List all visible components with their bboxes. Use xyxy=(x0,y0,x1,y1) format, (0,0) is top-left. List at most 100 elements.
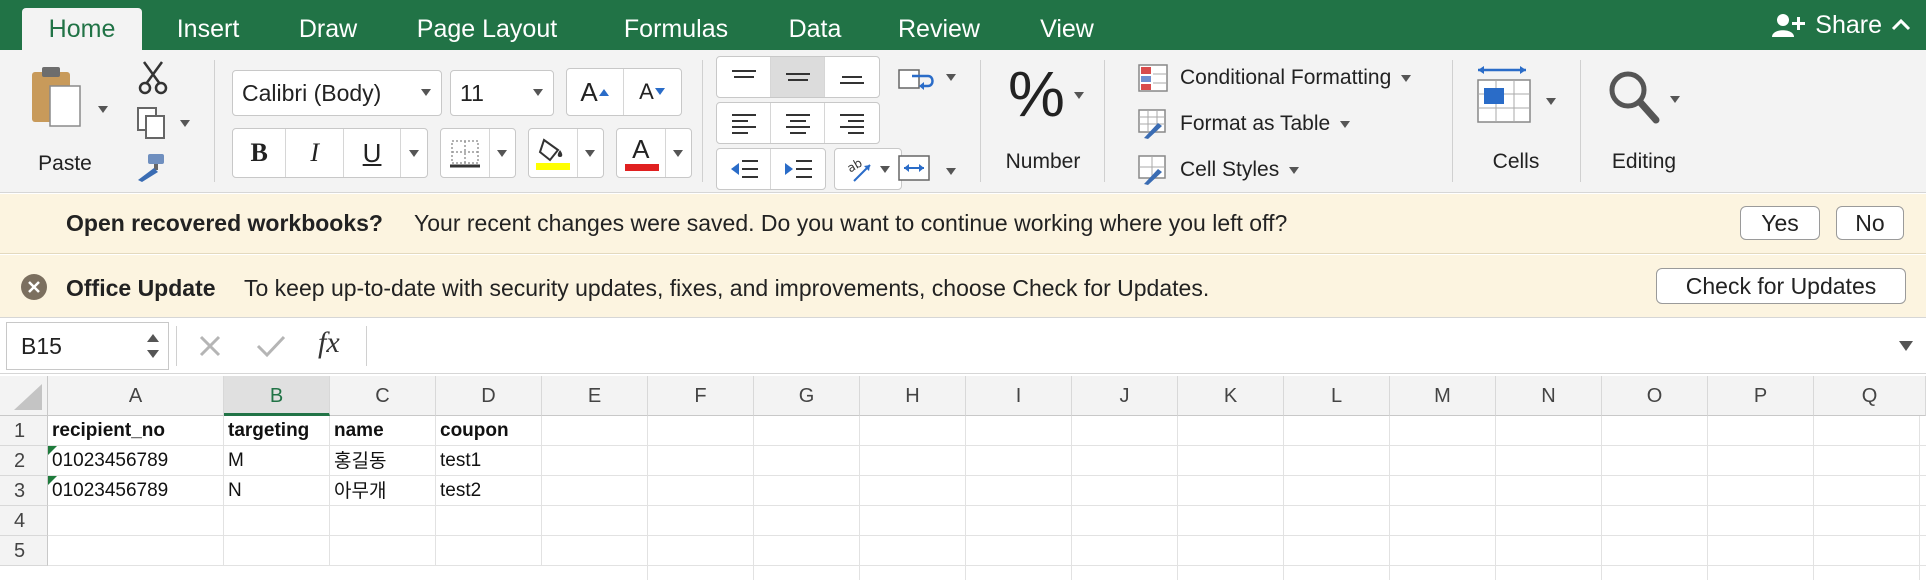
column-header-q[interactable]: Q xyxy=(1814,376,1926,416)
fill-color-dropdown[interactable] xyxy=(578,129,603,177)
recovery-yes-button[interactable]: Yes xyxy=(1740,206,1820,240)
tab-home[interactable]: Home xyxy=(22,8,142,50)
tab-view[interactable]: View xyxy=(1026,8,1108,50)
column-header-c[interactable]: C xyxy=(330,376,436,416)
cut-icon[interactable] xyxy=(136,60,170,96)
cell-b3[interactable]: N xyxy=(224,476,330,506)
name-box-stepper-icon[interactable] xyxy=(146,329,160,363)
cell-b4[interactable] xyxy=(224,506,330,536)
shrink-font-button[interactable]: A xyxy=(624,69,681,115)
merge-center-icon[interactable] xyxy=(898,154,930,182)
column-header-k[interactable]: K xyxy=(1178,376,1284,416)
editing-button[interactable]: Editing xyxy=(1598,60,1690,180)
format-as-table-button[interactable]: Format as Table xyxy=(1138,106,1351,142)
column-header-p[interactable]: P xyxy=(1708,376,1814,416)
grow-font-button[interactable]: A xyxy=(567,69,625,115)
cell-c5[interactable] xyxy=(330,536,436,566)
cell-a5[interactable] xyxy=(48,536,224,566)
row-header-4[interactable]: 4 xyxy=(0,506,48,536)
cell-b2[interactable]: M xyxy=(224,446,330,476)
row-header-1[interactable]: 1 xyxy=(0,416,48,446)
cell-d3[interactable]: test2 xyxy=(436,476,542,506)
borders-button[interactable] xyxy=(441,129,490,177)
column-header-h[interactable]: H xyxy=(860,376,966,416)
share-button[interactable]: Share xyxy=(1771,8,1882,42)
format-painter-icon[interactable] xyxy=(134,152,168,184)
column-header-o[interactable]: O xyxy=(1602,376,1708,416)
align-right-button[interactable] xyxy=(825,103,879,143)
merge-center-dropdown-icon[interactable] xyxy=(946,168,956,175)
font-name-dropdown-icon[interactable] xyxy=(421,89,431,96)
tab-insert[interactable]: Insert xyxy=(160,8,256,50)
number-format-button[interactable]: % Number xyxy=(992,60,1094,180)
underline-button[interactable]: U xyxy=(344,129,402,177)
paste-button[interactable]: Paste xyxy=(18,64,112,176)
column-header-a[interactable]: A xyxy=(48,376,224,416)
orientation-button[interactable]: ab xyxy=(834,148,902,190)
wrap-text-icon[interactable] xyxy=(898,66,938,94)
wrap-text-dropdown-icon[interactable] xyxy=(946,74,956,81)
empty-cells-area[interactable] xyxy=(542,416,1926,580)
conditional-formatting-button[interactable]: Conditional Formatting xyxy=(1138,60,1412,96)
font-color-dropdown[interactable] xyxy=(666,129,691,177)
dismiss-update-icon[interactable] xyxy=(20,273,48,301)
expand-formula-bar-icon[interactable] xyxy=(1898,340,1914,352)
cell-d1[interactable]: coupon xyxy=(436,416,542,446)
decrease-indent-button[interactable] xyxy=(717,149,772,189)
align-middle-button[interactable] xyxy=(771,57,825,97)
cell-a4[interactable] xyxy=(48,506,224,536)
cell-b5[interactable] xyxy=(224,536,330,566)
cell-a3[interactable]: 01023456789 xyxy=(48,476,224,506)
italic-button[interactable]: I xyxy=(286,129,344,177)
column-header-f[interactable]: F xyxy=(648,376,754,416)
column-header-e[interactable]: E xyxy=(542,376,648,416)
cell-a2[interactable]: 01023456789 xyxy=(48,446,224,476)
increase-indent-button[interactable] xyxy=(771,149,825,189)
row-header-2[interactable]: 2 xyxy=(0,446,48,476)
cell-styles-button[interactable]: Cell Styles xyxy=(1138,152,1300,188)
confirm-entry-icon[interactable] xyxy=(256,334,286,358)
font-size-dropdown-icon[interactable] xyxy=(533,89,543,96)
cells-button[interactable]: Cells xyxy=(1466,60,1566,180)
column-header-b[interactable]: B xyxy=(224,376,330,416)
cell-d2[interactable]: test1 xyxy=(436,446,542,476)
collapse-ribbon-icon[interactable] xyxy=(1890,14,1912,36)
column-header-d[interactable]: D xyxy=(436,376,542,416)
tab-draw[interactable]: Draw xyxy=(282,8,374,50)
cancel-entry-icon[interactable] xyxy=(198,334,222,358)
column-header-i[interactable]: I xyxy=(966,376,1072,416)
cell-c3[interactable]: 아무개 xyxy=(330,476,436,506)
bold-button[interactable]: B xyxy=(233,129,287,177)
align-bottom-button[interactable] xyxy=(825,57,879,97)
row-header-5[interactable]: 5 xyxy=(0,536,48,566)
insert-function-button[interactable]: fx xyxy=(318,326,340,360)
formula-input[interactable] xyxy=(376,324,1876,368)
cell-c2[interactable]: 홍길동 xyxy=(330,446,436,476)
align-center-button[interactable] xyxy=(771,103,825,143)
tab-page-layout[interactable]: Page Layout xyxy=(402,8,572,50)
cell-a1[interactable]: recipient_no xyxy=(48,416,224,446)
tab-formulas[interactable]: Formulas xyxy=(608,8,744,50)
recovery-no-button[interactable]: No xyxy=(1836,206,1904,240)
column-header-l[interactable]: L xyxy=(1284,376,1390,416)
cell-d5[interactable] xyxy=(436,536,542,566)
underline-dropdown[interactable] xyxy=(401,129,427,177)
select-all-button[interactable] xyxy=(0,376,48,416)
cell-c1[interactable]: name xyxy=(330,416,436,446)
cell-d4[interactable] xyxy=(436,506,542,536)
font-size-combo[interactable]: 11 xyxy=(450,70,554,116)
align-left-button[interactable] xyxy=(717,103,771,143)
cell-b1[interactable]: targeting xyxy=(224,416,330,446)
tab-data[interactable]: Data xyxy=(776,8,854,50)
check-for-updates-button[interactable]: Check for Updates xyxy=(1656,268,1906,304)
fill-color-button[interactable] xyxy=(529,129,578,177)
column-header-j[interactable]: J xyxy=(1072,376,1178,416)
column-header-m[interactable]: M xyxy=(1390,376,1496,416)
copy-icon[interactable] xyxy=(136,106,168,140)
paste-dropdown-icon[interactable] xyxy=(98,106,108,113)
align-top-button[interactable] xyxy=(717,57,771,97)
copy-dropdown-icon[interactable] xyxy=(180,120,190,127)
tab-review[interactable]: Review xyxy=(886,8,992,50)
borders-dropdown[interactable] xyxy=(490,129,515,177)
font-color-button[interactable]: A xyxy=(617,129,666,177)
